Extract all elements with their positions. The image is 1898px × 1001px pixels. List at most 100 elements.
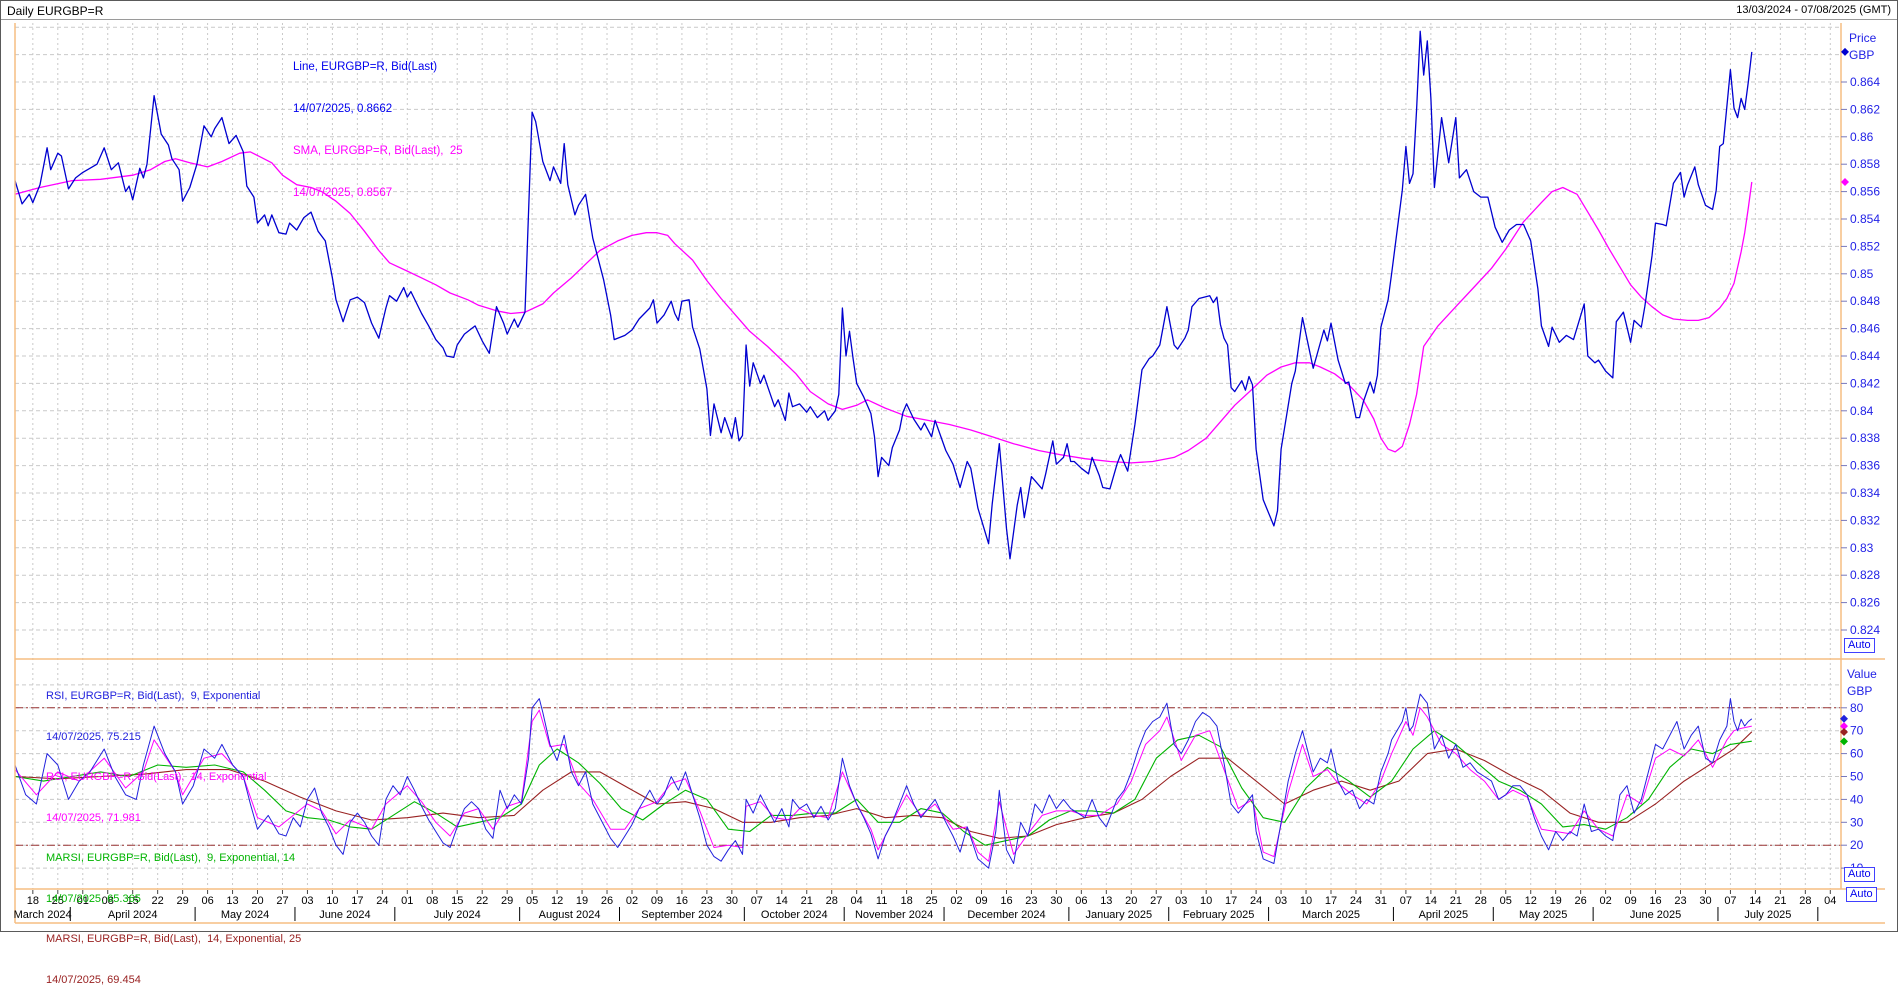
legend-rsi9-series: RSI, EURGBP=R, Bid(Last), 9, Exponential [46, 690, 301, 704]
week-tick-label: 02 [950, 895, 962, 907]
week-tick-label: 09 [975, 895, 987, 907]
week-tick-label: 23 [1025, 895, 1037, 907]
x-axis-auto-button[interactable]: Auto [1846, 887, 1877, 902]
month-label: November 2024 [855, 909, 933, 921]
week-tick-label: 17 [1225, 895, 1237, 907]
value-tick-label: 50 [1850, 770, 1864, 784]
month-label: July 2024 [434, 909, 481, 921]
week-tick-label: 19 [576, 895, 588, 907]
week-tick-label: 28 [826, 895, 838, 907]
week-tick-label: 27 [1150, 895, 1162, 907]
week-tick-label: 07 [1724, 895, 1736, 907]
week-tick-label: 03 [1175, 895, 1187, 907]
price-tick-label: 0.83 [1850, 541, 1874, 555]
week-tick-label: 23 [1674, 895, 1686, 907]
date-range-label: 13/03/2024 - 07/08/2025 (GMT) [1736, 4, 1891, 16]
price-tick-label: 0.824 [1850, 623, 1880, 637]
week-tick-label: 22 [476, 895, 488, 907]
week-tick-label: 07 [1400, 895, 1412, 907]
value-tick-label: 60 [1850, 747, 1864, 761]
price-tick-label: 0.836 [1850, 459, 1880, 473]
price-axis-title: Price [1849, 31, 1876, 45]
week-tick-label: 02 [626, 895, 638, 907]
week-tick-label: 20 [1125, 895, 1137, 907]
price-marker-diamond-1 [1841, 178, 1849, 186]
week-tick-label: 14 [776, 895, 788, 907]
value-tick-label: 70 [1850, 724, 1864, 738]
value-axis-currency: GBP [1847, 684, 1872, 698]
value-axis-title: Value [1847, 667, 1877, 681]
week-tick-label: 25 [925, 895, 937, 907]
price-tick-label: 0.85 [1850, 267, 1874, 281]
price-axis-auto-button[interactable]: Auto [1844, 638, 1875, 653]
week-tick-label: 18 [27, 895, 39, 907]
week-tick-label: 04 [851, 895, 863, 907]
price-axis-currency: GBP [1849, 48, 1874, 62]
week-tick-label: 30 [1050, 895, 1062, 907]
price-marker-diamond-0 [1841, 48, 1849, 56]
price-tick-label: 0.842 [1850, 376, 1880, 390]
week-tick-label: 14 [1749, 895, 1761, 907]
price-tick-label: 0.852 [1850, 239, 1880, 253]
legend-line-series: Line, EURGBP=R, Bid(Last) [293, 60, 463, 74]
month-label: October 2024 [761, 909, 828, 921]
week-tick-label: 28 [1475, 895, 1487, 907]
legend-line-value: 14/07/2025, 0.8662 [293, 102, 463, 116]
week-tick-label: 21 [1450, 895, 1462, 907]
price-tick-label: 0.858 [1850, 157, 1880, 171]
month-label: June 2024 [319, 909, 370, 921]
price-tick-label: 0.832 [1850, 513, 1880, 527]
month-label: December 2024 [967, 909, 1045, 921]
legend-sma-value: 14/07/2025, 0.8567 [293, 186, 463, 200]
price-tick-label: 0.854 [1850, 212, 1880, 226]
week-tick-label: 17 [351, 895, 363, 907]
week-tick-label: 31 [1375, 895, 1387, 907]
legend-marsi14-series: MARSI, EURGBP=R, Bid(Last), 14, Exponent… [46, 933, 301, 947]
week-tick-label: 04 [1824, 895, 1836, 907]
value-tick-label: 20 [1850, 838, 1864, 852]
price-tick-label: 0.834 [1850, 486, 1880, 500]
week-tick-label: 11 [876, 895, 887, 907]
month-label: August 2024 [539, 909, 601, 921]
month-label: February 2025 [1183, 909, 1255, 921]
value-axis-auto-button[interactable]: Auto [1844, 867, 1875, 882]
week-tick-label: 13 [1100, 895, 1112, 907]
week-tick-label: 09 [651, 895, 663, 907]
price-tick-label: 0.84 [1850, 404, 1874, 418]
month-label: June 2025 [1630, 909, 1681, 921]
week-tick-label: 24 [1250, 895, 1262, 907]
legend-rsi9-value: 14/07/2025, 75.215 [46, 731, 301, 745]
week-tick-label: 15 [451, 895, 463, 907]
value-tick-label: 30 [1850, 815, 1864, 829]
price-tick-label: 0.864 [1850, 75, 1880, 89]
price-tick-label: 0.848 [1850, 294, 1880, 308]
month-label: May 2025 [1519, 909, 1567, 921]
price-series-line [15, 31, 1752, 559]
week-tick-label: 10 [326, 895, 338, 907]
week-tick-label: 05 [1500, 895, 1512, 907]
price-tick-label: 0.846 [1850, 322, 1880, 336]
week-tick-label: 23 [701, 895, 713, 907]
legend-rsi14-series: RSI, EURGBP=R, Bid(Last), 14, Exponentia… [46, 771, 301, 785]
week-tick-label: 16 [1000, 895, 1012, 907]
title-bar: Daily EURGBP=R 13/03/2024 - 07/08/2025 (… [1, 1, 1897, 20]
price-tick-label: 0.844 [1850, 349, 1880, 363]
value-tick-label: 80 [1850, 701, 1864, 715]
month-label: January 2025 [1085, 909, 1152, 921]
week-tick-label: 21 [1774, 895, 1786, 907]
week-tick-label: 03 [1275, 895, 1287, 907]
value-tick-label: 40 [1850, 792, 1864, 806]
week-tick-label: 12 [551, 895, 563, 907]
week-tick-label: 01 [401, 895, 413, 907]
week-tick-label: 19 [1550, 895, 1562, 907]
week-tick-label: 16 [676, 895, 688, 907]
legend-sma-series: SMA, EURGBP=R, Bid(Last), 25 [293, 144, 463, 158]
legend-marsi9-value: 14/07/2025, 65.365 [46, 893, 301, 907]
legend-rsi14-value: 14/07/2025, 71.981 [46, 812, 301, 826]
week-tick-label: 29 [501, 895, 513, 907]
week-tick-label: 30 [726, 895, 738, 907]
week-tick-label: 09 [1624, 895, 1636, 907]
rsi-panel-legend: RSI, EURGBP=R, Bid(Last), 9, Exponential… [46, 663, 301, 1001]
week-tick-label: 24 [1350, 895, 1362, 907]
legend-marsi9-series: MARSI, EURGBP=R, Bid(Last), 9, Exponenti… [46, 852, 301, 866]
